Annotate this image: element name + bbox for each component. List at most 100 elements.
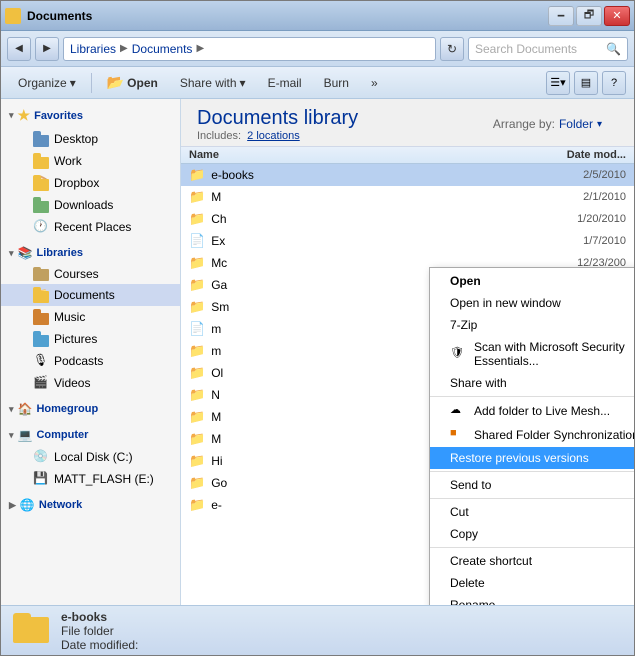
file-list-header: Name Date mod... [181, 147, 634, 164]
computer-expand-icon: ▾ [9, 430, 14, 441]
computer-section: ▾ 💻 Computer 💿 Local Disk (C:) 💾 MATT_FL… [1, 424, 180, 490]
sidebar-item-podcasts[interactable]: 🎙 Podcasts [1, 350, 180, 372]
file-name-3: Ex [211, 234, 540, 248]
organize-button[interactable]: Organize ▾ [9, 71, 85, 95]
ctx-7zip[interactable]: 7-Zip ▶ [430, 314, 634, 336]
more-button[interactable]: » [362, 71, 387, 95]
sidebar-item-recent-places[interactable]: 🕐 Recent Places [1, 216, 180, 238]
search-box[interactable]: Search Documents 🔍 [468, 37, 628, 61]
favorites-star-icon: ★ [18, 107, 31, 124]
ctx-delete-label: Delete [450, 576, 485, 590]
computer-label: Computer [36, 429, 88, 441]
ctx-create-shortcut-label: Create shortcut [450, 554, 532, 568]
forward-button[interactable]: ▶ [35, 37, 59, 61]
search-placeholder: Search Documents [475, 42, 577, 56]
sidebar-item-downloads[interactable]: Downloads [1, 194, 180, 216]
pane-button[interactable]: ▤ [574, 71, 598, 95]
view-button[interactable]: ☰▾ [546, 71, 570, 95]
sidebar-item-courses[interactable]: Courses [1, 264, 180, 284]
ctx-shared-folder-sync-label: Shared Folder Synchronization [474, 428, 634, 442]
libraries-label: Libraries [36, 247, 82, 259]
status-folder-icon [13, 613, 49, 649]
file-icon-15: 📁 [189, 497, 205, 513]
ctx-scan-security[interactable]: 🛡 Scan with Microsoft Security Essential… [430, 336, 634, 372]
sidebar-item-pictures[interactable]: Pictures [1, 328, 180, 350]
breadcrumb-item-documents[interactable]: Documents [132, 42, 193, 56]
live-mesh-icon: ☁ [450, 403, 466, 419]
file-row-1[interactable]: 📁 M 2/1/2010 [181, 186, 634, 208]
maximize-button[interactable]: 🗗 [576, 6, 602, 26]
email-button[interactable]: E-mail [259, 71, 311, 95]
videos-icon: 🎬 [33, 375, 49, 391]
window: Documents 🗕 🗗 ✕ ◀ ▶ Libraries ▶ Document… [0, 0, 635, 656]
ctx-share-with[interactable]: Share with ▶ [430, 372, 634, 394]
network-header[interactable]: ▶ 🌐 Network [1, 494, 180, 516]
sidebar-item-dropbox[interactable]: 📦 Dropbox [1, 172, 180, 194]
ctx-rename[interactable]: Rename [430, 594, 634, 605]
help-button[interactable]: ? [602, 71, 626, 95]
back-button[interactable]: ◀ [7, 37, 31, 61]
burn-button[interactable]: Burn [315, 71, 358, 95]
breadcrumb[interactable]: Libraries ▶ Documents ▶ [63, 37, 436, 61]
ctx-open[interactable]: Open [430, 270, 634, 292]
file-icon-7: 📄 [189, 321, 205, 337]
file-row-ebooks[interactable]: 📁 e-books 2/5/2010 [181, 164, 634, 186]
sidebar-item-documents-label: Documents [54, 288, 115, 302]
breadcrumb-item-libraries[interactable]: Libraries [70, 42, 116, 56]
ctx-open-new-window[interactable]: Open in new window [430, 292, 634, 314]
libraries-header[interactable]: ▾ 📚 Libraries [1, 242, 180, 264]
desktop-icon [33, 131, 49, 147]
ctx-cut-label: Cut [450, 505, 469, 519]
favorites-label: Favorites [34, 110, 83, 122]
ctx-shared-folder-sync[interactable]: ■ Shared Folder Synchronization ▶ [430, 423, 634, 447]
sidebar-item-music[interactable]: Music [1, 306, 180, 328]
ctx-create-shortcut[interactable]: Create shortcut [430, 550, 634, 572]
downloads-icon [33, 197, 49, 213]
sidebar-item-work[interactable]: Work [1, 150, 180, 172]
toolbar: Organize ▾ 📂 Open Share with ▾ E-mail Bu… [1, 67, 634, 99]
refresh-button[interactable]: ↻ [440, 37, 464, 61]
ctx-delete[interactable]: Delete [430, 572, 634, 594]
sidebar-item-videos[interactable]: 🎬 Videos [1, 372, 180, 394]
arrange-by-arrow-icon: ▾ [597, 119, 602, 130]
ctx-rename-label: Rename [450, 598, 495, 605]
file-name-2: Ch [211, 212, 540, 226]
sidebar-item-flash-drive[interactable]: 💾 MATT_FLASH (E:) [1, 468, 180, 490]
ctx-restore-previous[interactable]: Restore previous versions [430, 447, 634, 469]
window-controls: 🗕 🗗 ✕ [548, 6, 630, 26]
computer-icon: 💻 [18, 428, 33, 442]
big-folder-icon [13, 613, 49, 643]
file-icon-1: 📁 [189, 189, 205, 205]
share-with-button[interactable]: Share with ▾ [171, 71, 255, 95]
file-icon-3: 📄 [189, 233, 205, 249]
status-bar: e-books File folder Date modified: [1, 605, 634, 655]
open-button[interactable]: 📂 Open [98, 71, 167, 95]
ctx-separator-3 [430, 498, 634, 499]
sidebar-item-desktop[interactable]: Desktop [1, 128, 180, 150]
ctx-cut[interactable]: Cut [430, 501, 634, 523]
ctx-share-with-label: Share with [450, 376, 507, 390]
homegroup-header[interactable]: ▾ 🏠 Homegroup [1, 398, 180, 420]
ctx-copy[interactable]: Copy [430, 523, 634, 545]
sidebar-item-local-disk[interactable]: 💿 Local Disk (C:) [1, 446, 180, 468]
locations-link[interactable]: 2 locations [247, 130, 300, 142]
file-date-ebooks: 2/5/2010 [546, 169, 626, 181]
content-title: Documents library [197, 107, 358, 129]
sidebar-item-documents[interactable]: 📁 Documents [1, 284, 180, 306]
column-date-header[interactable]: Date mod... [546, 149, 626, 161]
arrange-by-value[interactable]: Folder [559, 117, 593, 131]
libraries-icon: 📚 [18, 246, 33, 260]
ctx-send-to[interactable]: Send to ▶ [430, 474, 634, 496]
sidebar-item-downloads-label: Downloads [54, 198, 113, 212]
column-name-header[interactable]: Name [189, 149, 546, 161]
computer-header[interactable]: ▾ 💻 Computer [1, 424, 180, 446]
file-row-2[interactable]: 📁 Ch 1/20/2010 [181, 208, 634, 230]
file-row-3[interactable]: 📄 Ex 1/7/2010 [181, 230, 634, 252]
minimize-button[interactable]: 🗕 [548, 6, 574, 26]
libraries-section: ▾ 📚 Libraries Courses 📁 Documents Music [1, 242, 180, 394]
close-button[interactable]: ✕ [604, 6, 630, 26]
favorites-header[interactable]: ▾ ★ Favorites [1, 103, 180, 128]
status-item-type: File folder [61, 624, 138, 638]
ctx-add-live-mesh[interactable]: ☁ Add folder to Live Mesh... [430, 399, 634, 423]
file-name-1: M [211, 190, 540, 204]
